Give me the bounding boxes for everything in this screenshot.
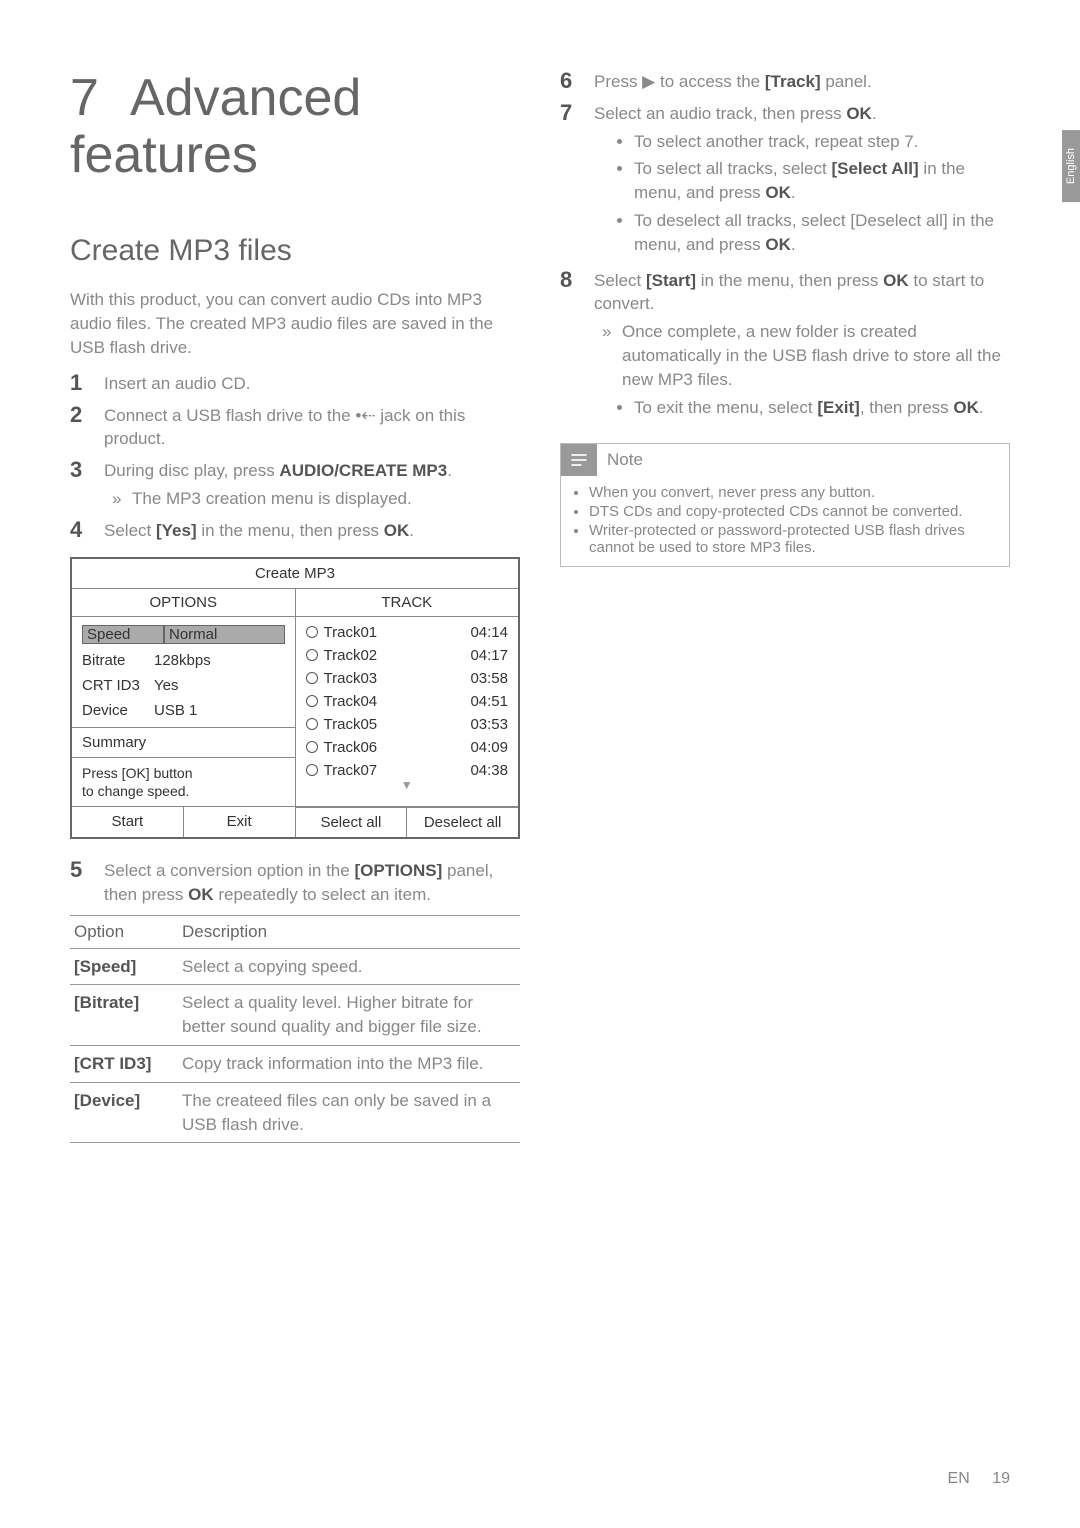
track-row: Track0104:14	[296, 621, 519, 644]
step-text: Select [Yes] in the menu, then press OK.	[104, 519, 520, 543]
radio-icon	[306, 764, 318, 776]
panel-title: Create MP3	[72, 559, 518, 588]
section-heading: Create MP3 files	[70, 234, 520, 268]
step-number: 4	[70, 519, 104, 541]
track-row: Track0303:58	[296, 667, 519, 690]
table-row: [Bitrate] Select a quality level. Higher…	[70, 985, 520, 1046]
table-row: [CRT ID3] Copy track information into th…	[70, 1045, 520, 1082]
exit-cell: Exit	[184, 807, 296, 837]
option-row: CRT ID3 Yes	[72, 673, 295, 698]
track-header: TRACK	[296, 589, 519, 617]
step-text: Insert an audio CD.	[104, 372, 520, 396]
deselect-all-cell: Deselect all	[407, 807, 518, 837]
step-number: 5	[70, 859, 104, 881]
options-header: OPTIONS	[72, 589, 295, 617]
usb-icon: •⇠	[355, 404, 375, 428]
track-row: Track0204:17	[296, 644, 519, 667]
radio-icon	[306, 626, 318, 638]
scroll-down-icon: ▼	[296, 782, 519, 788]
step-result: Once complete, a new folder is created a…	[594, 320, 1010, 391]
intro-paragraph: With this product, you can convert audio…	[70, 288, 520, 359]
table-row: [Device] The createed files can only be …	[70, 1082, 520, 1143]
table-head-option: Option	[70, 915, 178, 948]
hint-text: Press [OK] button to change speed.	[72, 758, 295, 806]
step-text: Select a conversion option in the [OPTIO…	[104, 859, 520, 907]
table-head-desc: Description	[178, 915, 520, 948]
note-item: When you convert, never press any button…	[589, 484, 997, 501]
step-text: Select an audio track, then press OK. To…	[594, 102, 1010, 261]
step-text: Press ▶ to access the [Track] panel.	[594, 70, 1010, 94]
radio-icon	[306, 672, 318, 684]
chapter-number: 7	[70, 70, 130, 127]
option-row: Device USB 1	[72, 698, 295, 723]
create-mp3-panel: Create MP3 OPTIONS Speed Normal Bitrate …	[70, 557, 520, 839]
radio-icon	[306, 718, 318, 730]
step-text: During disc play, press AUDIO/CREATE MP3…	[104, 459, 520, 511]
step-number: 7	[560, 102, 594, 124]
options-table: Option Description [Speed] Select a copy…	[70, 915, 520, 1144]
select-all-cell: Select all	[296, 807, 408, 837]
radio-icon	[306, 695, 318, 707]
note-box: Note When you convert, never press any b…	[560, 443, 1010, 567]
step-number: 1	[70, 372, 104, 394]
step-number: 8	[560, 269, 594, 291]
radio-icon	[306, 741, 318, 753]
option-row: Bitrate 128kbps	[72, 648, 295, 673]
sub-bullet: To deselect all tracks, select [Deselect…	[634, 209, 1010, 257]
step-result: The MP3 creation menu is displayed.	[104, 487, 520, 511]
step-text: Connect a USB flash drive to the •⇠ jack…	[104, 404, 520, 452]
track-row: Track0604:09	[296, 736, 519, 759]
start-cell: Start	[72, 807, 184, 837]
page-footer: EN 19	[948, 1470, 1010, 1488]
step-text: Select [Start] in the menu, then press O…	[594, 269, 1010, 424]
note-icon	[561, 444, 597, 476]
track-row: Track0404:51	[296, 690, 519, 713]
sub-bullet: To select another track, repeat step 7.	[634, 130, 1010, 154]
sub-bullet: To exit the menu, select [Exit], then pr…	[634, 396, 1010, 420]
step-number: 2	[70, 404, 104, 426]
table-row: [Speed] Select a copying speed.	[70, 948, 520, 985]
note-item: DTS CDs and copy-protected CDs cannot be…	[589, 503, 997, 520]
track-row: Track0503:53	[296, 713, 519, 736]
option-row: Speed Normal	[72, 621, 295, 648]
radio-icon	[306, 649, 318, 661]
page-number: 19	[992, 1470, 1010, 1487]
note-title: Note	[597, 450, 643, 470]
language-tab: English	[1062, 130, 1080, 202]
chapter-heading: 7Advanced features	[70, 70, 520, 184]
summary-row: Summary	[72, 727, 295, 758]
sub-bullet: To select all tracks, select [Select All…	[634, 157, 1010, 205]
footer-lang: EN	[948, 1470, 970, 1487]
note-item: Writer-protected or password-protected U…	[589, 522, 997, 556]
step-number: 6	[560, 70, 594, 92]
step-number: 3	[70, 459, 104, 481]
